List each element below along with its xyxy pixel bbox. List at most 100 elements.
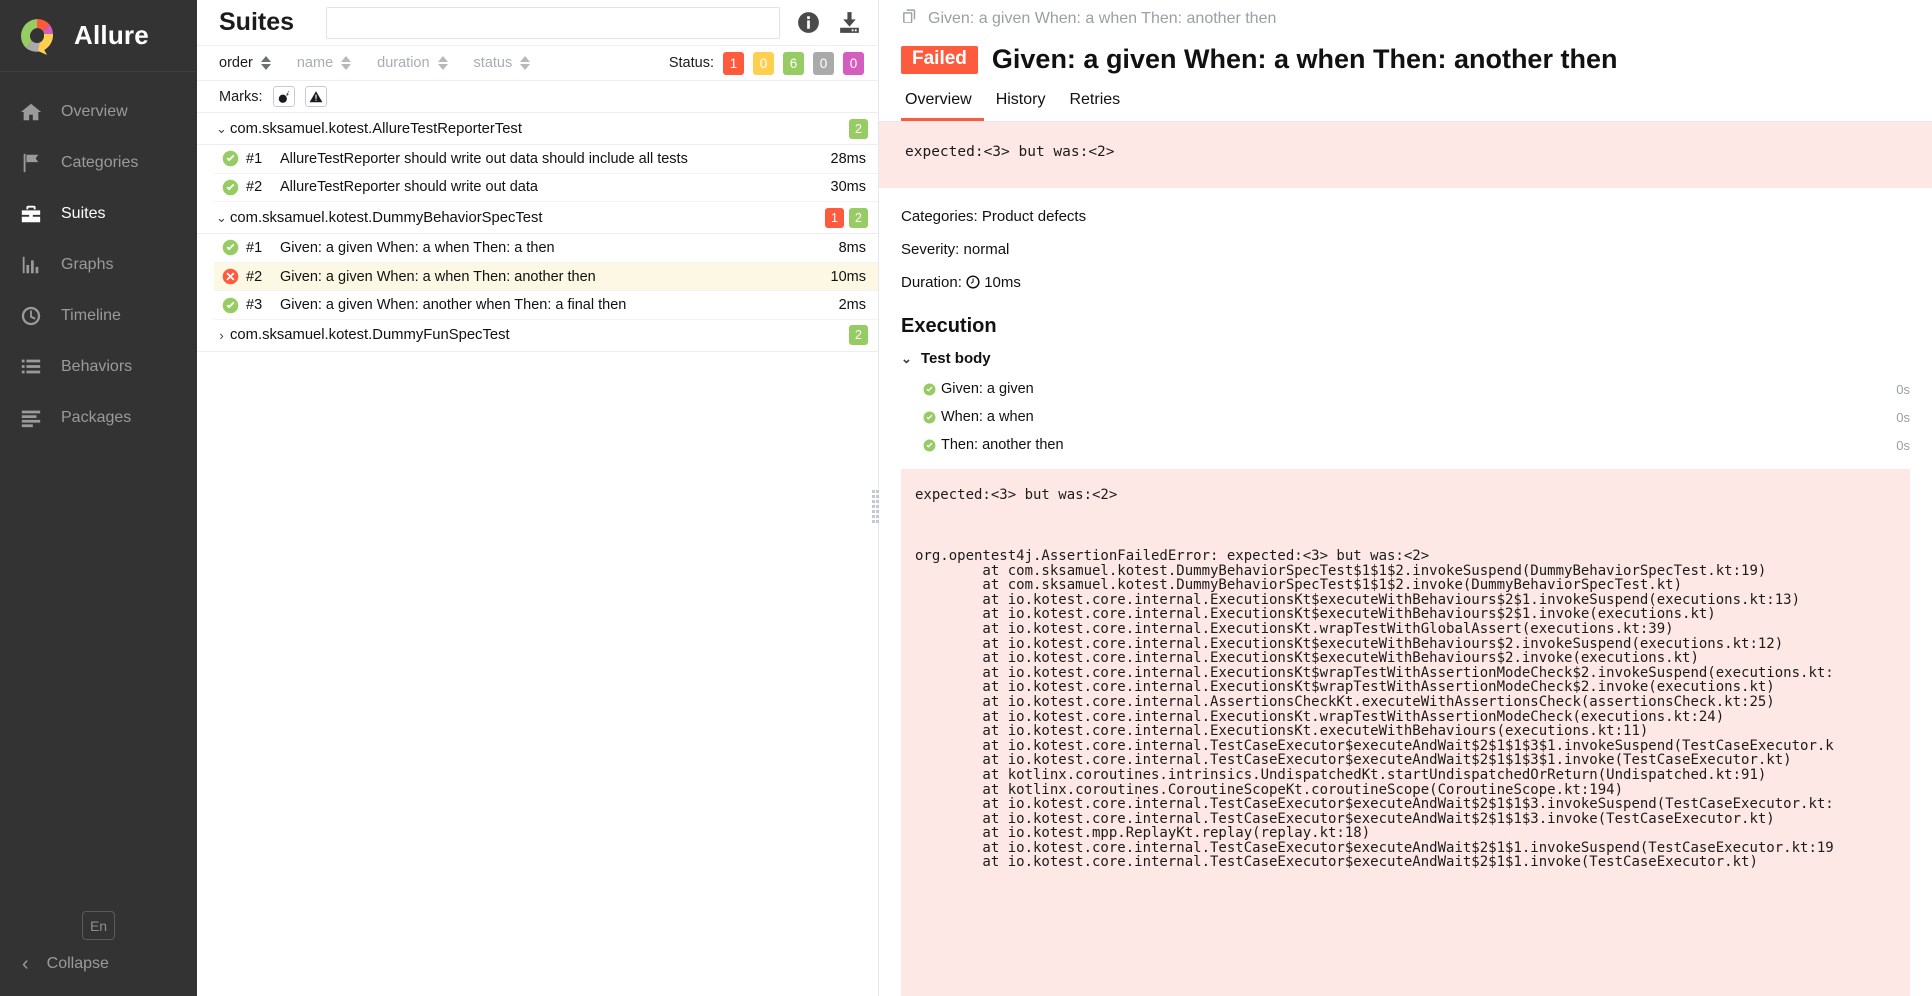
sort-label: order	[219, 55, 253, 71]
home-icon	[18, 99, 44, 125]
sidebar-item-graphs[interactable]: Graphs	[0, 239, 197, 290]
tab-retries[interactable]: Retries	[1057, 87, 1132, 121]
sidebar-item-categories[interactable]: Categories	[0, 137, 197, 188]
sort-name[interactable]: name	[297, 55, 351, 71]
test-row[interactable]: #1 AllureTestReporter should write out d…	[214, 145, 878, 174]
suite-badges: 2	[849, 325, 868, 345]
test-duration: 8ms	[839, 240, 866, 256]
test-duration: 28ms	[831, 151, 866, 167]
test-row[interactable]: #3 Given: a given When: another when The…	[214, 291, 878, 320]
status-passed-icon	[923, 411, 941, 424]
test-name: Given: a given When: a when Then: anothe…	[280, 269, 596, 285]
status-passed-icon	[214, 150, 246, 167]
panel-splitter[interactable]	[871, 0, 879, 996]
step-duration: 0s	[1896, 438, 1910, 453]
sidebar-item-timeline[interactable]: Timeline	[0, 290, 197, 341]
sidebar-item-label: Graphs	[61, 256, 113, 274]
suite-badge-failed: 1	[825, 208, 844, 228]
status-badge-skipped[interactable]: 0	[813, 52, 834, 75]
bomb-icon[interactable]	[273, 86, 295, 107]
status-passed-icon	[214, 297, 246, 314]
sort-duration[interactable]: duration	[377, 55, 447, 71]
bar-chart-icon	[18, 252, 44, 278]
clock-icon	[18, 303, 44, 329]
sidebar-item-label: Timeline	[61, 307, 121, 325]
test-body-toggle[interactable]: ⌄ Test body	[879, 338, 1932, 375]
duration-value: 10ms	[984, 274, 1021, 291]
status-passed-icon	[214, 239, 246, 256]
download-icon[interactable]	[837, 10, 862, 35]
info-icon[interactable]	[796, 10, 821, 35]
detail-title: Given: a given When: a when Then: anothe…	[992, 44, 1618, 75]
step-row[interactable]: When: a when 0s	[879, 403, 1932, 431]
step-row[interactable]: Then: another then 0s	[879, 431, 1932, 459]
step-duration: 0s	[1896, 410, 1910, 425]
search-box[interactable]	[326, 7, 780, 39]
status-badge-passed[interactable]: 6	[783, 52, 804, 75]
search-input[interactable]	[327, 8, 779, 38]
suite-badges: 2	[849, 119, 868, 139]
detail-scrollbar[interactable]	[1926, 0, 1932, 996]
detail-tabs: Overview History Retries	[879, 75, 1932, 121]
sort-arrows-icon	[261, 56, 271, 70]
test-number: #1	[246, 151, 280, 167]
status-badge-broken[interactable]: 0	[753, 52, 774, 75]
sidebar-item-label: Categories	[61, 154, 138, 172]
sidebar-item-packages[interactable]: Packages	[0, 392, 197, 443]
test-name: Given: a given When: a when Then: a then	[280, 240, 555, 256]
test-row[interactable]: #1 Given: a given When: a when Then: a t…	[214, 234, 878, 263]
clock-icon	[966, 275, 980, 293]
language-selector[interactable]: En	[82, 911, 115, 940]
suite-badges: 1 2	[825, 208, 868, 228]
status-badge-failed[interactable]: 1	[723, 52, 744, 75]
suite-group-header[interactable]: ⌄ com.sksamuel.kotest.AllureTestReporter…	[197, 113, 878, 145]
sidebar-item-overview[interactable]: Overview	[0, 86, 197, 137]
test-row-selected[interactable]: #2 Given: a given When: a when Then: ano…	[214, 263, 878, 292]
brand-name: Allure	[74, 20, 149, 51]
detail-title-row: Failed Given: a given When: a when Then:…	[879, 38, 1932, 75]
sort-arrows-icon	[520, 56, 530, 70]
sidebar-item-label: Overview	[61, 103, 128, 121]
status-label: Status:	[669, 55, 714, 71]
sort-order[interactable]: order	[219, 55, 271, 71]
tab-history[interactable]: History	[984, 87, 1058, 121]
categories-line: Categories: Product defects	[901, 208, 1910, 225]
sidebar-item-label: Behaviors	[61, 358, 132, 376]
sidebar-nav: Overview Categories Suites Graphs	[0, 86, 197, 443]
copy-icon[interactable]	[901, 8, 918, 30]
tab-overview[interactable]: Overview	[901, 87, 984, 121]
sort-status[interactable]: status	[474, 55, 531, 71]
sidebar-footer: En ‹ Collapse	[0, 911, 197, 996]
step-name: Then: another then	[941, 437, 1064, 453]
status-passed-icon	[923, 383, 941, 396]
test-number: #3	[246, 297, 280, 313]
suites-panel: Suites order name	[197, 0, 879, 996]
step-row[interactable]: Given: a given 0s	[879, 375, 1932, 403]
status-passed-icon	[214, 179, 246, 196]
status-badge-unknown[interactable]: 0	[843, 52, 864, 75]
sidebar-item-behaviors[interactable]: Behaviors	[0, 341, 197, 392]
header-icons	[796, 10, 862, 35]
suite-group-header[interactable]: ⌄ com.sksamuel.kotest.DummyBehaviorSpecT…	[197, 202, 878, 234]
sidebar-item-suites[interactable]: Suites	[0, 188, 197, 239]
sort-arrows-icon	[341, 56, 351, 70]
execution-heading: Execution	[879, 309, 1932, 338]
severity-line: Severity: normal	[901, 241, 1910, 258]
suite-group-header[interactable]: › com.sksamuel.kotest.DummyFunSpecTest 2	[197, 320, 878, 352]
sidebar: Allure Overview Categories Suites	[0, 0, 197, 996]
chevron-down-icon: ⌄	[213, 210, 230, 226]
step-name: Given: a given	[941, 381, 1034, 397]
page-title: Suites	[219, 8, 294, 37]
warning-triangle-icon[interactable]	[305, 86, 327, 107]
splitter-grip-icon	[871, 490, 879, 526]
marks-bar: Marks:	[197, 81, 878, 113]
collapse-button[interactable]: ‹ Collapse	[0, 954, 197, 974]
duration-prefix: Duration:	[901, 274, 966, 291]
brand[interactable]: Allure	[0, 0, 197, 72]
test-metadata: Categories: Product defects Severity: no…	[879, 188, 1932, 309]
suite-name: com.sksamuel.kotest.DummyFunSpecTest	[230, 327, 510, 343]
test-row[interactable]: #2 AllureTestReporter should write out d…	[214, 174, 878, 203]
suite-name: com.sksamuel.kotest.DummyBehaviorSpecTes…	[230, 210, 543, 226]
sort-arrows-icon	[438, 56, 448, 70]
duration-line: Duration: 10ms	[901, 274, 1910, 293]
